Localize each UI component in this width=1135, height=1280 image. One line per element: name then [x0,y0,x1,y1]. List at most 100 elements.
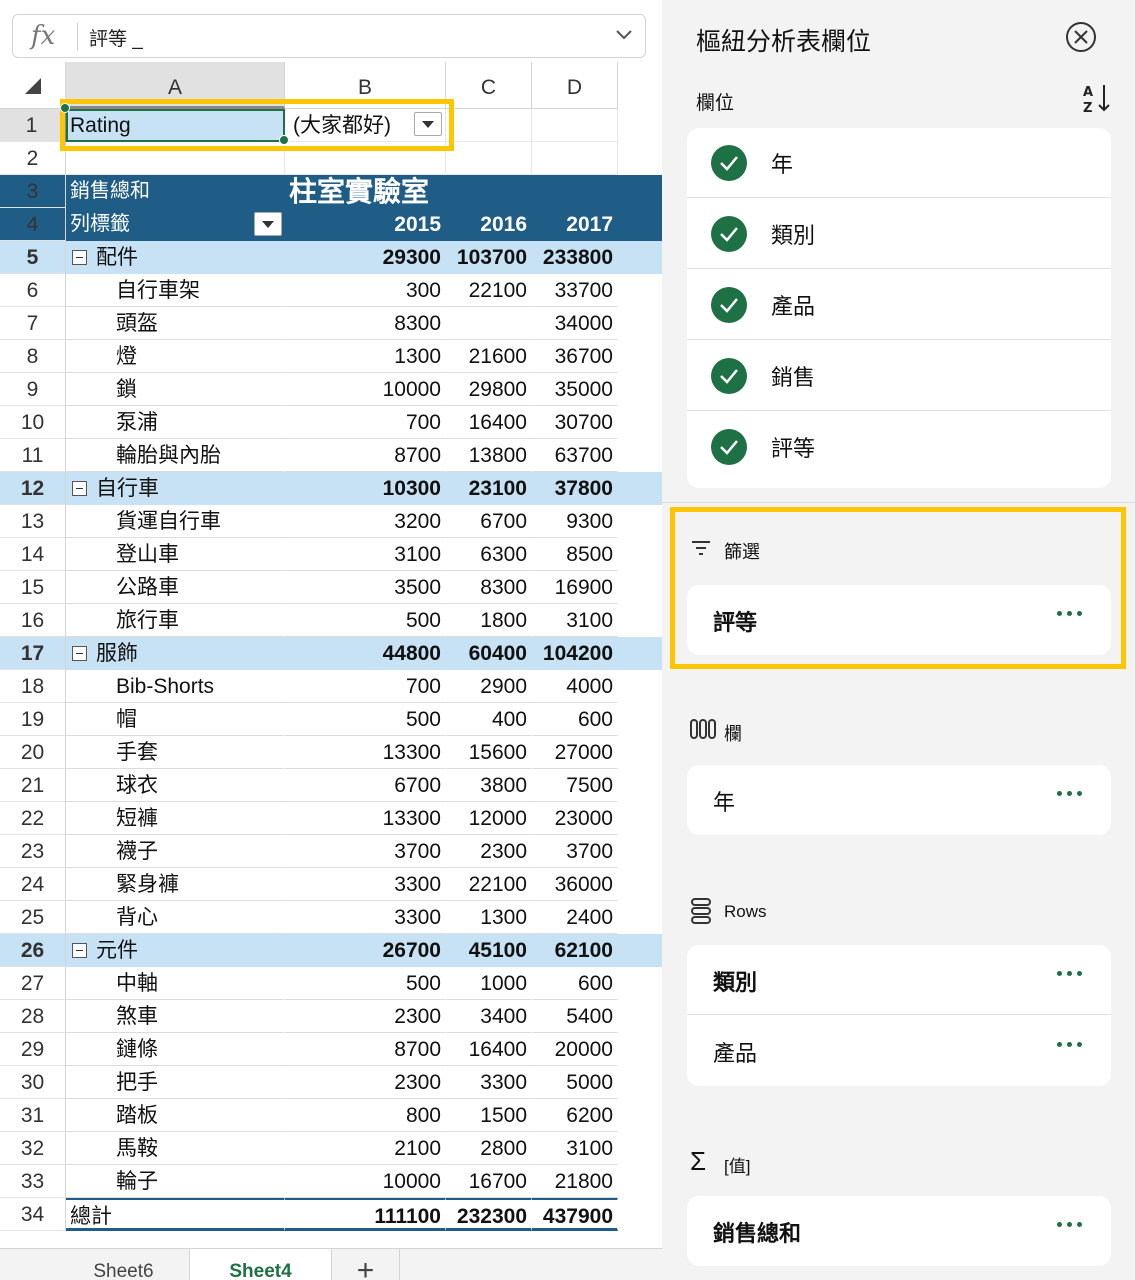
fill-handle[interactable] [279,135,289,145]
item-label[interactable]: 鎖 [66,373,285,406]
item-value[interactable]: 600 [532,703,618,736]
item-label[interactable]: 輪子 [66,1165,285,1198]
checkbox-checked-icon[interactable] [711,216,747,252]
item-value[interactable]: 700 [285,406,446,439]
more-options-icon[interactable] [1057,1042,1083,1050]
more-options-icon[interactable] [1057,791,1083,799]
grand-total-value[interactable]: 232300 [446,1198,532,1231]
item-label[interactable]: 短褲 [66,802,285,835]
row-header[interactable]: 30 [0,1066,66,1099]
row-header[interactable]: 23 [0,835,66,868]
item-value[interactable]: 5400 [532,1000,618,1033]
item-label[interactable]: 輪胎與內胎 [66,439,285,472]
item-label[interactable]: 襪子 [66,835,285,868]
year-header[interactable]: 2015 [285,208,446,241]
item-value[interactable]: 2300 [446,835,532,868]
item-label[interactable]: 自行車架 [66,274,285,307]
item-value[interactable]: 12000 [446,802,532,835]
row-header[interactable]: 33 [0,1165,66,1198]
item-label[interactable]: 手套 [66,736,285,769]
rows-item[interactable]: 類別 [687,945,1111,1015]
item-value[interactable]: 3100 [532,604,618,637]
item-value[interactable]: 34000 [532,307,618,340]
item-label[interactable]: 馬鞍 [66,1132,285,1165]
item-value[interactable]: 1300 [285,340,446,373]
item-value[interactable]: 16400 [446,406,532,439]
row-header[interactable]: 9 [0,373,66,406]
item-value[interactable]: 8300 [285,307,446,340]
item-label[interactable]: 登山車 [66,538,285,571]
item-label[interactable]: 貨運自行車 [66,505,285,538]
pivot-title[interactable]: 柱室實驗室 [285,175,535,208]
category-cell[interactable]: 自行車 [66,472,285,505]
grand-total-value[interactable]: 111100 [285,1198,446,1231]
item-value[interactable]: 8300 [446,571,532,604]
item-label[interactable]: 緊身褲 [66,868,285,901]
item-value[interactable]: 22100 [446,274,532,307]
category-total[interactable]: 10300 [285,472,446,505]
item-value[interactable]: 21600 [446,340,532,373]
item-value[interactable]: 13800 [446,439,532,472]
row-labels-caption-cell[interactable]: 列標籤 [66,208,285,241]
category-total[interactable]: 29300 [285,241,446,274]
row-header[interactable]: 28 [0,1000,66,1033]
item-value[interactable]: 36000 [532,868,618,901]
row-header[interactable]: 27 [0,967,66,1000]
item-value[interactable]: 1000 [446,967,532,1000]
field-item[interactable]: 評等 [687,412,1111,482]
item-value[interactable]: 20000 [532,1033,618,1066]
item-value[interactable]: 500 [285,967,446,1000]
category-total[interactable]: 45100 [446,934,532,967]
item-value[interactable]: 16700 [446,1165,532,1198]
item-value[interactable]: 3100 [532,1132,618,1165]
row-header[interactable]: 21 [0,769,66,802]
row-header[interactable]: 18 [0,670,66,703]
checkbox-checked-icon[interactable] [711,429,747,465]
row-header[interactable]: 6 [0,274,66,307]
item-value[interactable]: 3700 [285,835,446,868]
item-value[interactable]: 3200 [285,505,446,538]
item-label[interactable]: 鏈條 [66,1033,285,1066]
formula-bar[interactable]: fx 評等 _ [12,14,646,58]
item-value[interactable]: 8700 [285,439,446,472]
item-label[interactable]: Bib-Shorts [66,670,285,703]
cell[interactable] [446,142,532,175]
collapse-icon[interactable] [72,481,87,496]
row-header[interactable]: 29 [0,1033,66,1066]
item-value[interactable]: 6700 [285,769,446,802]
item-value[interactable]: 5000 [532,1066,618,1099]
chevron-down-icon[interactable] [613,23,635,45]
item-value[interactable]: 8500 [532,538,618,571]
category-total[interactable]: 37800 [532,472,618,505]
item-value[interactable]: 36700 [532,340,618,373]
item-label[interactable]: 頭盔 [66,307,285,340]
field-item[interactable]: 銷售 [687,341,1111,411]
item-label[interactable]: 燈 [66,340,285,373]
item-value[interactable]: 300 [285,274,446,307]
item-value[interactable]: 13300 [285,736,446,769]
sheet-tab-sheet6[interactable]: Sheet6 [58,1249,190,1280]
item-label[interactable]: 公路車 [66,571,285,604]
row-header[interactable]: 5 [0,241,66,274]
item-value[interactable]: 9300 [532,505,618,538]
item-value[interactable]: 21800 [532,1165,618,1198]
cell[interactable] [446,109,532,142]
field-item[interactable]: 產品 [687,270,1111,340]
item-label[interactable]: 踏板 [66,1099,285,1132]
row-header[interactable]: 31 [0,1099,66,1132]
formula-value[interactable]: 評等 _ [89,24,143,51]
item-value[interactable]: 15600 [446,736,532,769]
item-value[interactable]: 600 [532,967,618,1000]
item-value[interactable]: 22100 [446,868,532,901]
category-total[interactable]: 103700 [446,241,532,274]
collapse-icon[interactable] [72,943,87,958]
close-pane-button[interactable] [1066,22,1096,52]
category-cell[interactable]: 服飾 [66,637,285,670]
item-value[interactable]: 27000 [532,736,618,769]
row-header[interactable]: 12 [0,472,66,505]
field-item[interactable]: 年 [687,128,1111,198]
row-header[interactable]: 1 [0,109,66,142]
item-value[interactable]: 3300 [446,1066,532,1099]
item-label[interactable]: 煞車 [66,1000,285,1033]
checkbox-checked-icon[interactable] [711,287,747,323]
